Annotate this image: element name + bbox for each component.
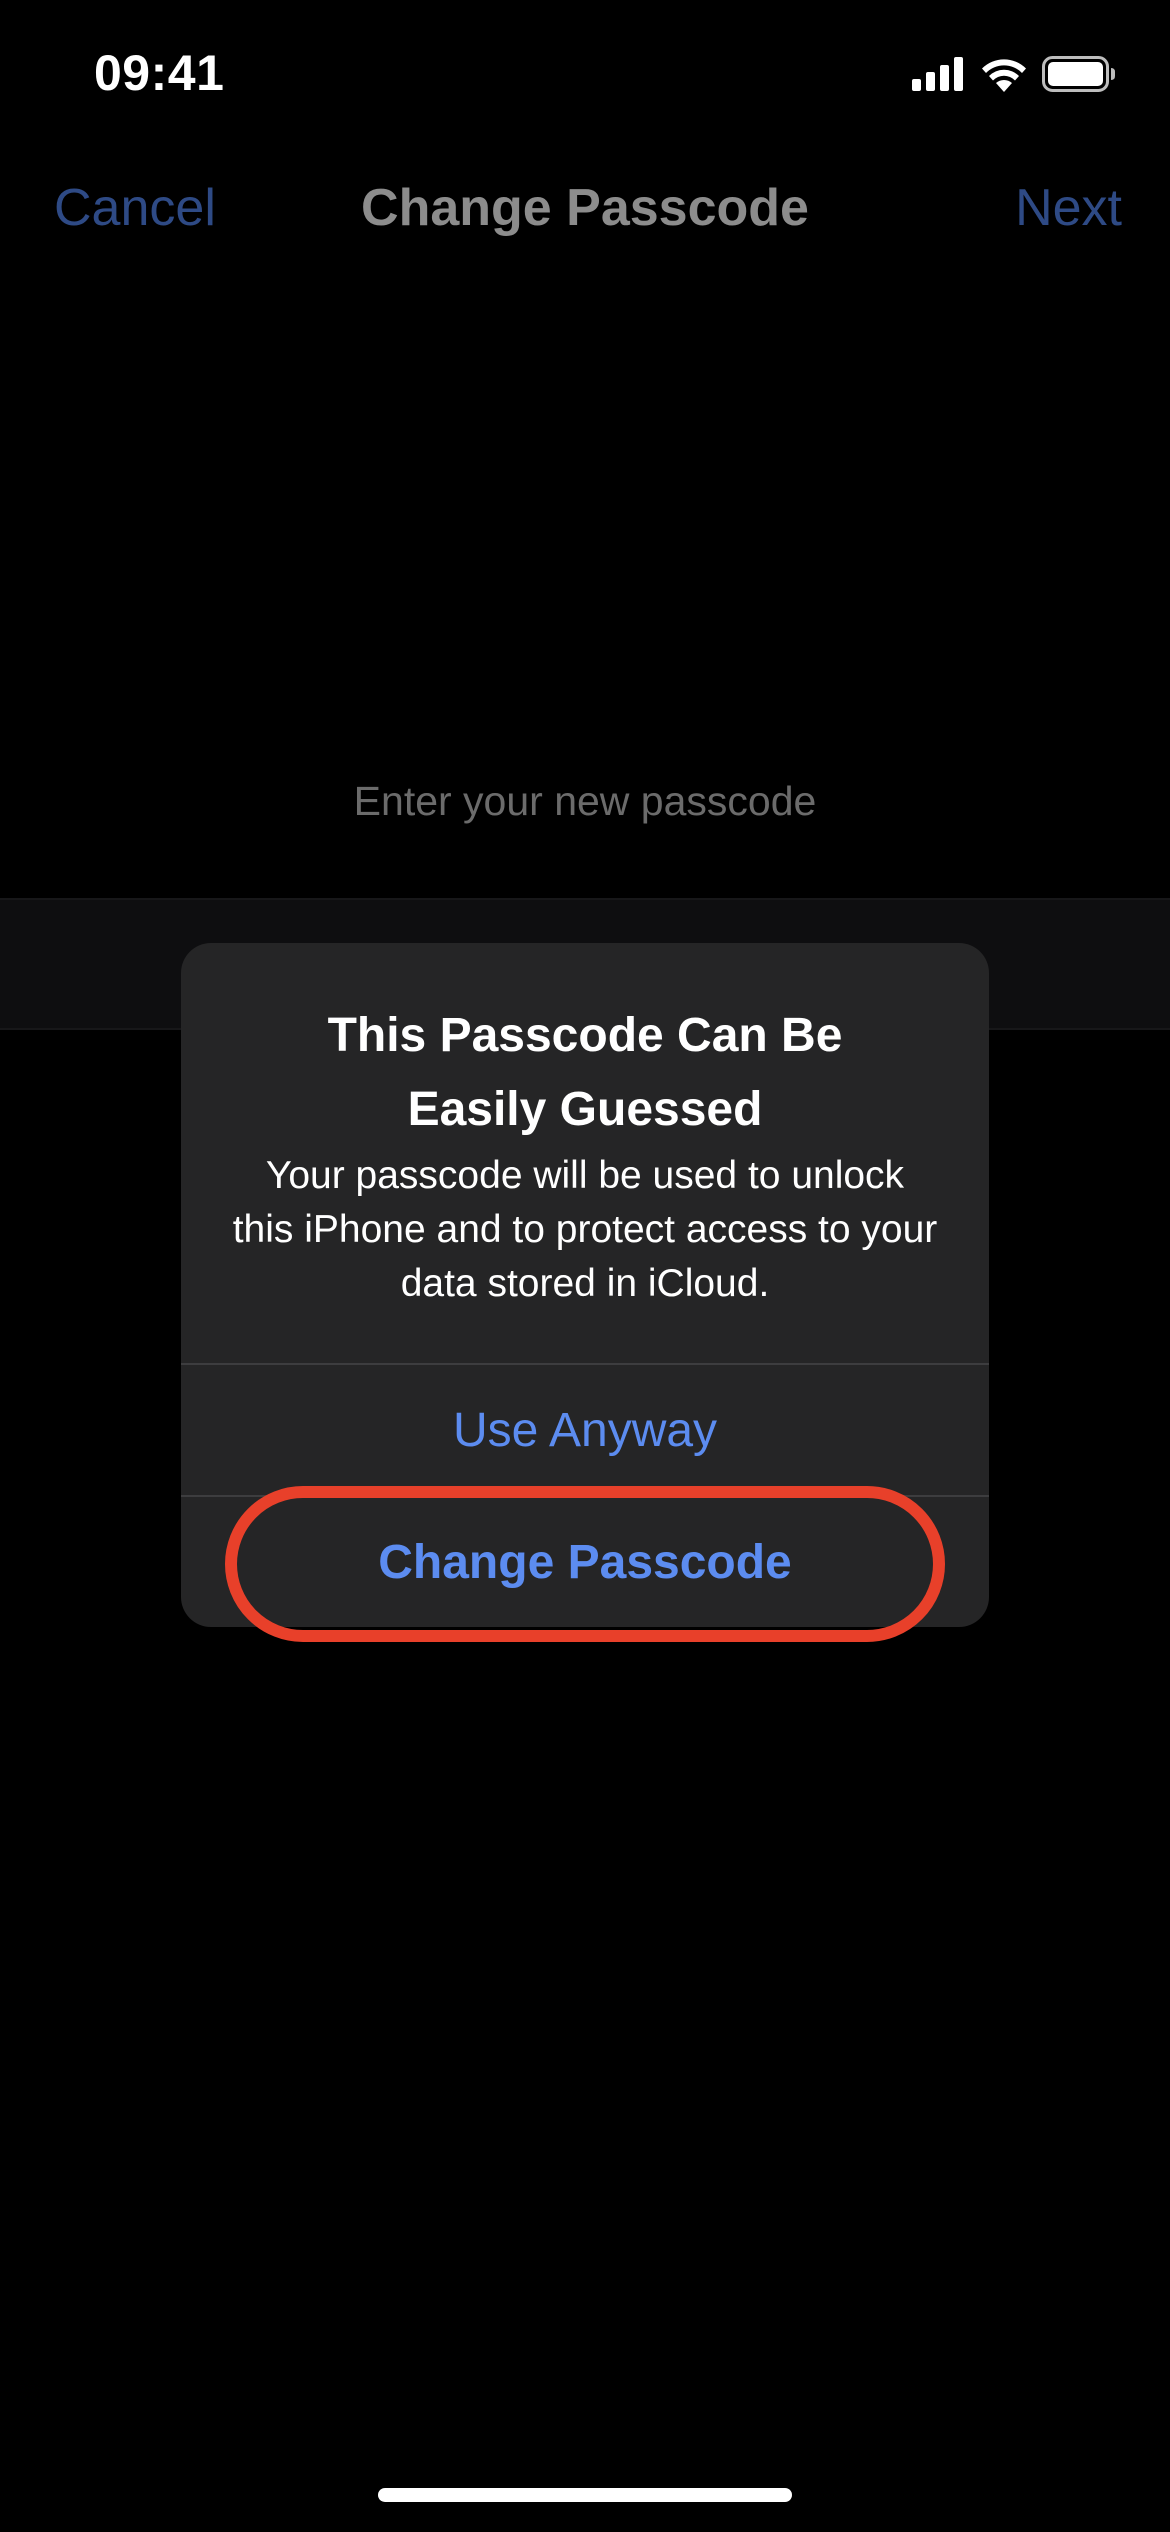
status-icons [912,54,1116,98]
alert-title: This Passcode Can Be Easily Guessed [327,1009,843,1136]
status-bar: 09:41 [0,0,1170,150]
change-passcode-screen: 09:41 Change Passcode Cancel Next Enter … [0,0,1170,2532]
battery-icon [1042,55,1116,97]
cellular-signal-icon [912,56,966,96]
navigation-bar: Change Passcode Cancel Next [0,160,1170,256]
home-indicator[interactable] [378,2488,792,2502]
weak-passcode-alert: This Passcode Can Be Easily Guessed Your… [181,943,989,1627]
alert-message: Your passcode will be used to unlock thi… [232,1154,938,1305]
alert-body: This Passcode Can Be Easily Guessed Your… [181,943,989,1363]
change-passcode-button[interactable]: Change Passcode [181,1497,989,1627]
cancel-button[interactable]: Cancel [54,178,216,238]
next-button[interactable]: Next [1015,178,1122,238]
wifi-icon [980,56,1028,97]
use-anyway-button[interactable]: Use Anyway [181,1365,989,1495]
passcode-prompt: Enter your new passcode [353,778,817,824]
status-time: 09:41 [94,45,225,101]
